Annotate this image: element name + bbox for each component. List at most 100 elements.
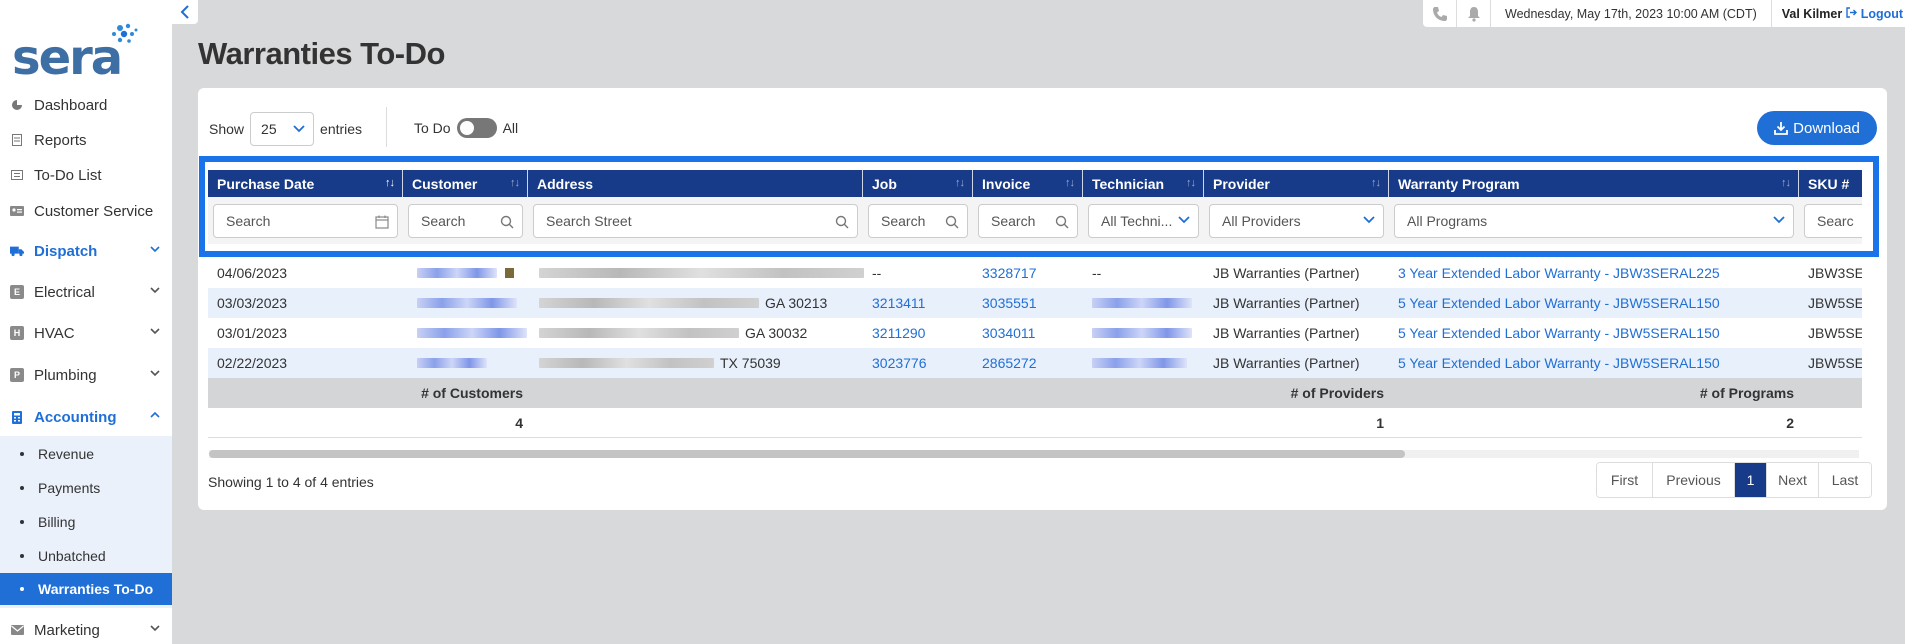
logout-icon — [1846, 6, 1858, 18]
table-row: 02/22/2023 TX 75039 3023776 2865272 JB W… — [208, 348, 1862, 378]
provider-select[interactable]: All Providers — [1209, 204, 1384, 238]
submenu-item-payments[interactable]: Payments — [0, 473, 172, 503]
phone-icon[interactable] — [1423, 0, 1457, 27]
header-address[interactable]: Address — [528, 170, 863, 197]
entries-value: 25 — [261, 121, 277, 137]
cell-job-link[interactable]: 3213411 — [863, 288, 925, 318]
todo-all-toggle-group: To Do All — [414, 116, 518, 140]
page-previous-button[interactable]: Previous — [1653, 463, 1735, 497]
program-select[interactable]: All Programs — [1394, 204, 1794, 238]
header-label: SKU # — [1808, 175, 1850, 192]
providers-count-label: # of Providers — [1290, 385, 1384, 401]
logout-label: Logout — [1860, 6, 1904, 21]
sidebar-item-customer-service[interactable]: Customer Service — [0, 196, 172, 226]
cell-invoice-link[interactable]: 3034011 — [973, 318, 1035, 348]
sidebar-item-hvac[interactable]: H HVAC — [0, 318, 172, 348]
sidebar-item-dispatch[interactable]: Dispatch — [0, 236, 172, 266]
download-icon — [1774, 122, 1789, 135]
cell-job-link[interactable]: 3023776 — [863, 348, 927, 378]
customer-search-input[interactable]: Search — [408, 204, 523, 238]
accounting-submenu: Revenue Payments Billing Unbatched Warra… — [0, 436, 172, 608]
download-button[interactable]: Download — [1757, 111, 1877, 145]
redacted-text — [417, 358, 487, 368]
sidebar-item-todo[interactable]: To-Do List — [0, 160, 172, 190]
cell-customer[interactable] — [408, 318, 527, 348]
chevron-down-icon — [1178, 216, 1190, 224]
submenu-item-revenue[interactable]: Revenue — [0, 439, 172, 469]
cell-invoice-link[interactable]: 2865272 — [973, 348, 1037, 378]
header-warranty-program[interactable]: Warranty Program ↑↓ — [1389, 170, 1799, 197]
bullet — [20, 554, 24, 558]
user-name: Val Kilmer — [1781, 6, 1843, 21]
warranties-table: Purchase Date ↑↓ Customer ↑↓ Address Job ↑↓… — [208, 170, 1862, 440]
header-invoice[interactable]: Invoice ↑↓ — [973, 170, 1083, 197]
todo-all-toggle[interactable] — [456, 118, 497, 138]
chevron-up-icon — [150, 411, 160, 418]
electrical-icon: E — [10, 285, 24, 299]
cell-job-link[interactable]: 3211290 — [863, 318, 925, 348]
scrollbar-thumb[interactable] — [209, 450, 1405, 458]
page-last-button[interactable]: Last — [1819, 463, 1871, 497]
submenu-item-unbatched[interactable]: Unbatched — [0, 541, 172, 571]
cell-provider: JB Warranties (Partner) — [1213, 265, 1360, 281]
header-label: Customer — [412, 175, 478, 192]
page-first-button[interactable]: First — [1597, 463, 1653, 497]
cell-warranty-program-link[interactable]: 3 Year Extended Labor Warranty - JBW3SER… — [1389, 258, 1720, 288]
header-sku[interactable]: SKU # — [1799, 170, 1862, 197]
cell-warranty-program-link[interactable]: 5 Year Extended Labor Warranty - JBW5SER… — [1389, 318, 1720, 348]
collapse-sidebar-button[interactable] — [172, 0, 198, 24]
cell-purchase-date: 03/03/2023 — [217, 295, 288, 311]
logout-link[interactable]: Logout — [1846, 7, 1903, 21]
submenu-label: Warranties To-Do — [38, 581, 154, 597]
cell-technician — [1083, 318, 1192, 348]
sidebar-item-dashboard[interactable]: Dashboard — [0, 90, 172, 120]
page-1-button[interactable]: 1 — [1735, 463, 1767, 497]
calendar-icon — [375, 215, 389, 229]
header-technician[interactable]: Technician ↑↓ — [1083, 170, 1204, 197]
chevron-down-icon — [293, 125, 305, 133]
sku-search-input[interactable]: Searc — [1804, 204, 1862, 238]
header-customer[interactable]: Customer ↑↓ — [403, 170, 528, 197]
header-label: Warranty Program — [1398, 175, 1520, 192]
cell-invoice-link[interactable]: 3035551 — [973, 288, 1037, 318]
technician-select[interactable]: All Techni... — [1088, 204, 1199, 238]
sidebar-item-marketing[interactable]: Marketing — [0, 615, 172, 644]
cell-customer[interactable] — [408, 288, 517, 318]
purchase-date-filter[interactable]: Search — [213, 204, 398, 238]
cell-customer[interactable] — [408, 258, 514, 288]
redacted-text — [539, 328, 739, 338]
sidebar-item-reports[interactable]: Reports — [0, 125, 172, 155]
horizontal-scrollbar[interactable] — [209, 450, 1859, 458]
sparkle-icon — [112, 23, 138, 43]
bell-icon[interactable] — [1457, 0, 1491, 27]
header-provider[interactable]: Provider ↑↓ — [1204, 170, 1389, 197]
address-search-input[interactable]: Search Street — [533, 204, 858, 238]
sera-logo[interactable]: sera — [12, 22, 142, 86]
cell-invoice-link[interactable]: 3328717 — [973, 258, 1037, 288]
cell-customer[interactable] — [408, 348, 487, 378]
chevron-down-icon — [150, 328, 160, 335]
chevron-down-icon — [150, 370, 160, 377]
table-filter-row: Search Search Search Street Search Searc… — [208, 197, 1862, 244]
entries-select[interactable]: 25 — [250, 112, 315, 146]
header-job[interactable]: Job ↑↓ — [863, 170, 973, 197]
chevron-down-icon — [1773, 216, 1785, 224]
sidebar-item-electrical[interactable]: E Electrical — [0, 277, 172, 307]
page-title: Warranties To-Do — [198, 36, 445, 71]
header-purchase-date[interactable]: Purchase Date ↑↓ — [208, 170, 403, 197]
cell-warranty-program-link[interactable]: 5 Year Extended Labor Warranty - JBW5SER… — [1389, 288, 1720, 318]
submenu-item-billing[interactable]: Billing — [0, 507, 172, 537]
job-search-input[interactable]: Search — [868, 204, 968, 238]
mail-icon — [10, 623, 24, 637]
filter-placeholder: Search Street — [546, 213, 632, 229]
sidebar-item-label: Accounting — [34, 408, 117, 426]
programs-count-value: 2 — [1786, 415, 1794, 431]
sidebar-item-plumbing[interactable]: P Plumbing — [0, 360, 172, 390]
page-next-button[interactable]: Next — [1767, 463, 1819, 497]
invoice-search-input[interactable]: Search — [978, 204, 1078, 238]
sidebar-item-accounting[interactable]: Accounting — [0, 402, 172, 432]
cell-warranty-program-link[interactable]: 5 Year Extended Labor Warranty - JBW5SER… — [1389, 348, 1720, 378]
submenu-item-warranties-todo[interactable]: Warranties To-Do — [0, 573, 172, 605]
sort-icon: ↑↓ — [955, 177, 965, 189]
bullet — [20, 486, 24, 490]
